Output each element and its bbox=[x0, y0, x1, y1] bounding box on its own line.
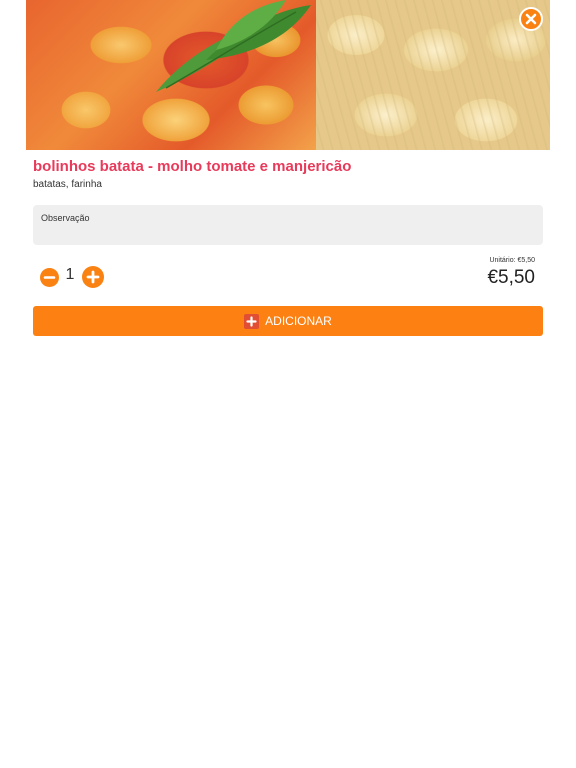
basil-leaf-graphic bbox=[156, 0, 311, 92]
quantity-value: 1 bbox=[65, 266, 75, 283]
decrease-quantity-button[interactable] bbox=[40, 268, 59, 287]
product-ingredients: batatas, farinha bbox=[33, 179, 102, 190]
unit-price: Unitário: €5,50 bbox=[489, 257, 535, 264]
total-price: €5,50 bbox=[487, 267, 535, 288]
close-icon bbox=[525, 13, 537, 25]
close-button[interactable] bbox=[519, 7, 543, 31]
plus-square-icon bbox=[244, 313, 260, 329]
plus-icon bbox=[86, 270, 100, 284]
minus-icon bbox=[43, 276, 56, 279]
product-title: bolinhos batata - molho tomate e manjeri… bbox=[33, 158, 352, 175]
raw-gnocchi-photo bbox=[316, 0, 550, 150]
add-to-cart-button[interactable]: ADICIONAR bbox=[33, 306, 543, 336]
increase-quantity-button[interactable] bbox=[82, 266, 104, 288]
product-detail-modal: bolinhos batata - molho tomate e manjeri… bbox=[0, 0, 576, 768]
gnocchi-sauce-photo bbox=[26, 0, 316, 150]
add-button-label: ADICIONAR bbox=[265, 314, 332, 328]
observation-field[interactable] bbox=[33, 205, 543, 245]
product-image bbox=[26, 0, 550, 150]
